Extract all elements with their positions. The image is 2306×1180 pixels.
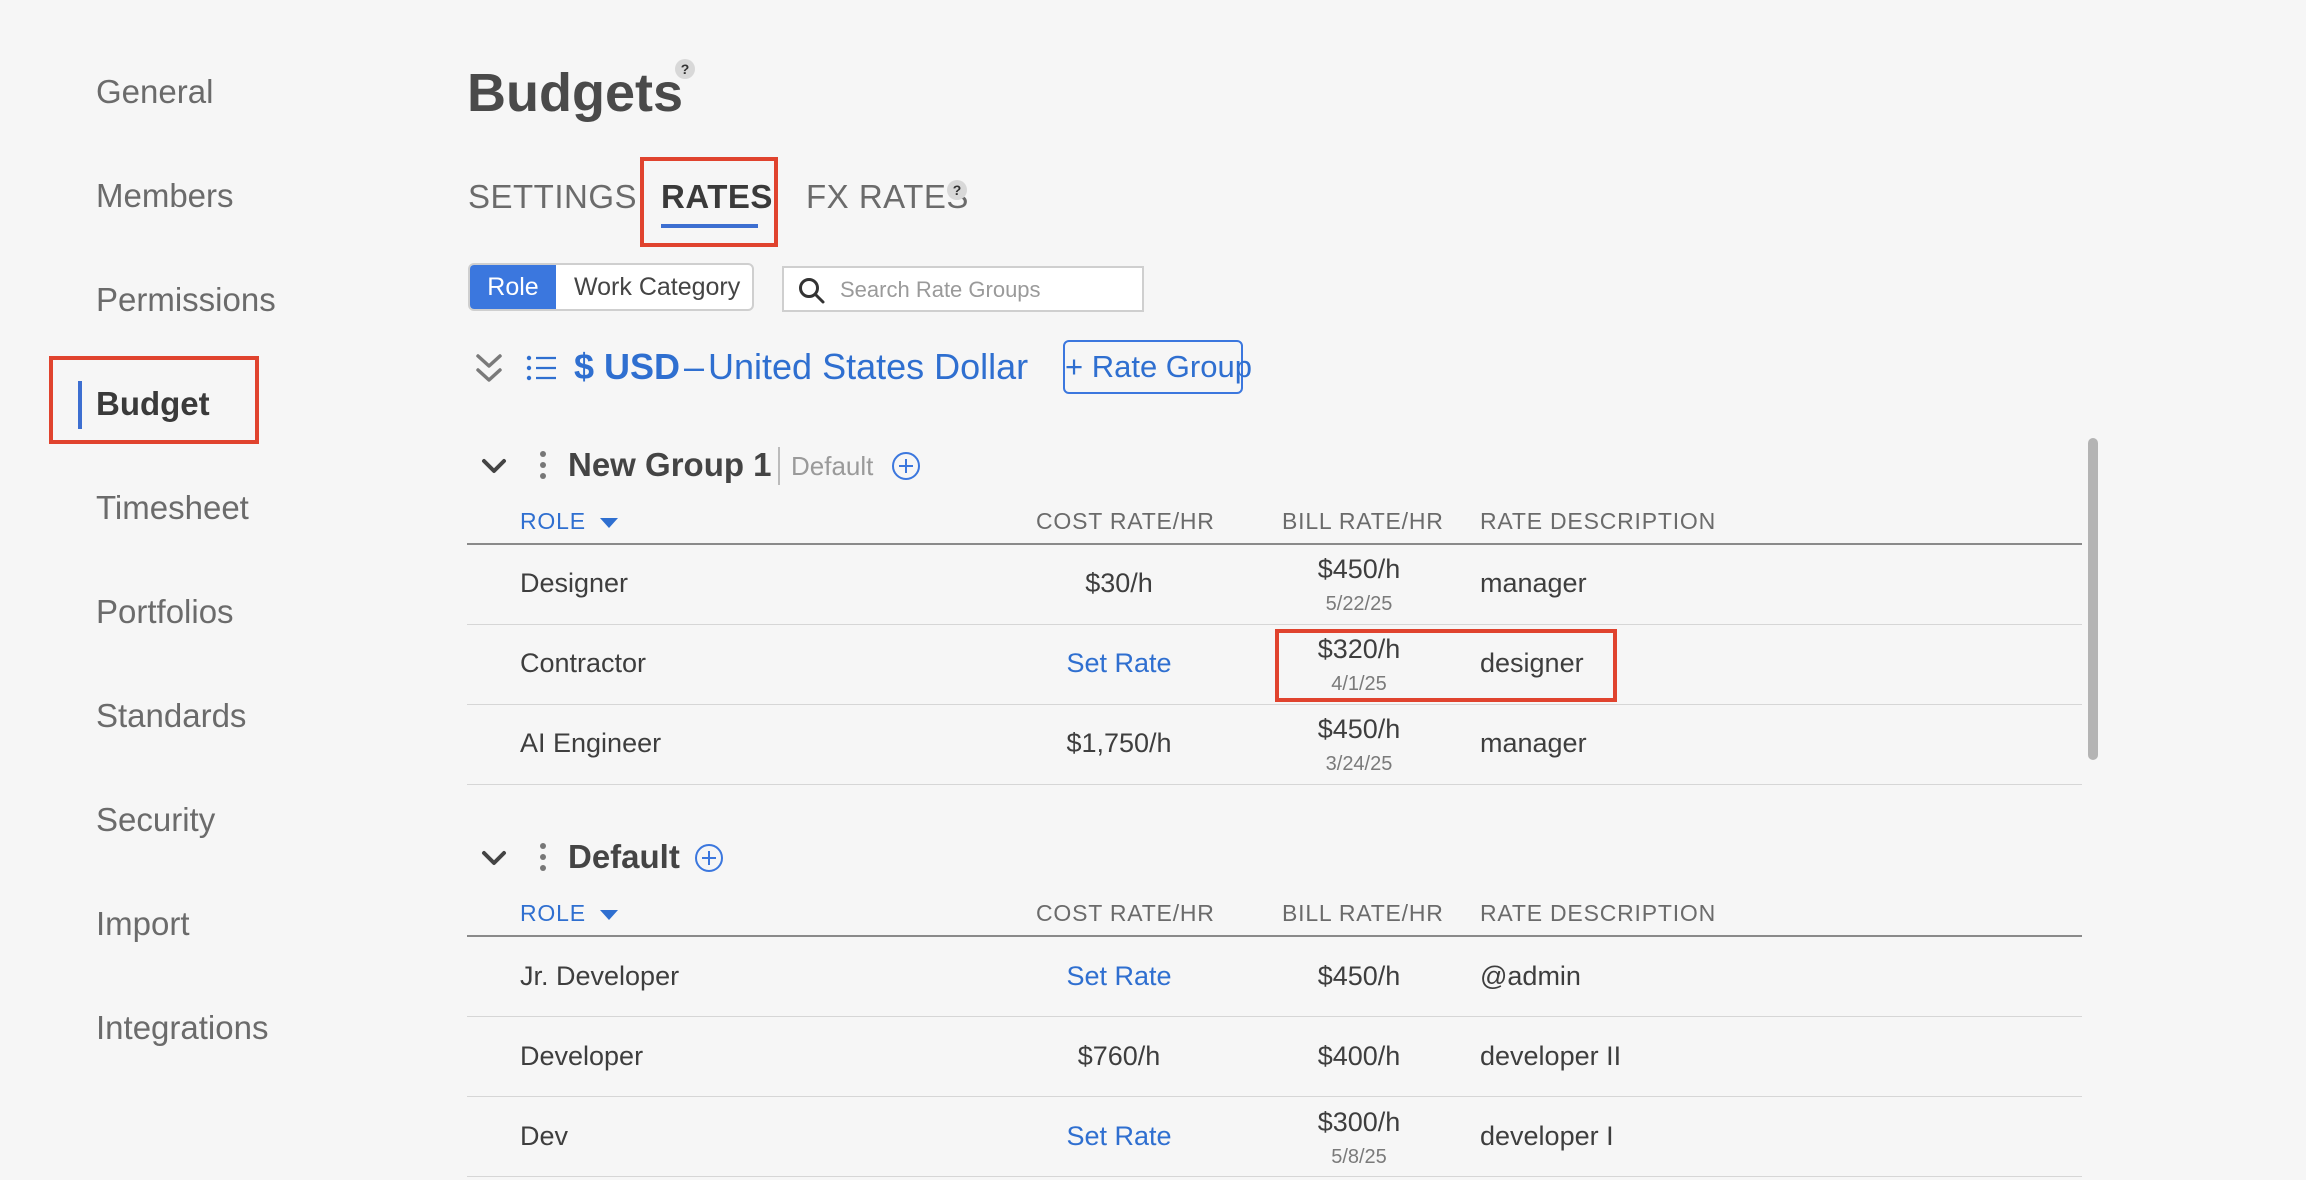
- row-bill-rate[interactable]: $450/h: [1318, 714, 1401, 745]
- column-role-header[interactable]: ROLE: [520, 900, 619, 927]
- row-description[interactable]: designer: [1480, 648, 1584, 679]
- search-icon: [799, 278, 825, 304]
- row-divider: [467, 784, 2082, 785]
- add-role-icon[interactable]: [891, 451, 921, 481]
- toggle-role-button[interactable]: Role: [470, 265, 556, 309]
- row-cost-rate[interactable]: $760/h: [1078, 1041, 1161, 1072]
- header-divider: [467, 543, 2082, 545]
- tab-fx-rates[interactable]: FX RATES: [806, 178, 969, 216]
- row-description[interactable]: manager: [1480, 728, 1587, 759]
- sidebar-item-permissions[interactable]: Permissions: [96, 275, 276, 325]
- tab-settings[interactable]: SETTINGS: [468, 178, 637, 216]
- row-cost-rate[interactable]: $30/h: [1085, 568, 1153, 599]
- row-cost-rate[interactable]: $1,750/h: [1066, 728, 1171, 759]
- row-bill-date: 3/24/25: [1325, 753, 1393, 775]
- header-divider: [467, 935, 2082, 937]
- chevron-down-icon[interactable]: [481, 850, 507, 868]
- search-box: [782, 266, 1144, 312]
- set-rate-link[interactable]: Set Rate: [1066, 648, 1171, 679]
- column-role-label: ROLE: [520, 508, 586, 534]
- row-role: Developer: [520, 1041, 644, 1071]
- set-rate-link[interactable]: Set Rate: [1066, 961, 1171, 992]
- row-role: Contractor: [520, 648, 647, 678]
- column-role-header[interactable]: ROLE: [520, 508, 619, 535]
- help-icon[interactable]: ?: [675, 59, 695, 79]
- sort-desc-icon: [600, 518, 619, 528]
- column-desc-header: RATE DESCRIPTION: [1480, 508, 1717, 534]
- row-bill-rate[interactable]: $450/h: [1318, 961, 1401, 992]
- row-description[interactable]: @admin: [1480, 961, 1581, 992]
- row-divider: [467, 624, 2082, 625]
- row-bill-rate[interactable]: $300/h: [1318, 1107, 1401, 1138]
- row-bill-rate[interactable]: $400/h: [1318, 1041, 1401, 1072]
- row-bill-rate[interactable]: $320/h: [1318, 634, 1401, 665]
- search-input[interactable]: [838, 274, 1132, 306]
- divider: [778, 447, 780, 485]
- chevron-down-icon[interactable]: [481, 458, 507, 476]
- column-cost-header: COST RATE/HR: [1036, 900, 1215, 926]
- sidebar-item-security[interactable]: Security: [96, 795, 215, 845]
- row-role: AI Engineer: [520, 728, 662, 758]
- set-rate-link[interactable]: Set Rate: [1066, 1121, 1171, 1152]
- list-icon[interactable]: [526, 354, 558, 382]
- column-role-label: ROLE: [520, 900, 586, 926]
- row-description[interactable]: manager: [1480, 568, 1587, 599]
- view-toggle: Role Work Category: [468, 263, 754, 311]
- row-divider: [467, 1096, 2082, 1097]
- scrollbar-thumb[interactable]: [2088, 438, 2098, 760]
- row-divider: [467, 704, 2082, 705]
- row-description[interactable]: developer I: [1480, 1121, 1614, 1152]
- sidebar-item-import[interactable]: Import: [96, 899, 190, 949]
- toggle-work-category-button[interactable]: Work Category: [574, 265, 740, 309]
- tab-rates[interactable]: RATES: [661, 178, 773, 216]
- row-divider: [467, 1176, 2082, 1177]
- tab-active-underline: [661, 224, 758, 228]
- row-role: Dev: [520, 1121, 569, 1151]
- row-bill-date: 5/22/25: [1325, 593, 1393, 615]
- fx-help-icon[interactable]: ?: [947, 180, 967, 200]
- group-title: Default: [568, 838, 680, 875]
- currency-name: United States Dollar: [708, 346, 1029, 387]
- currency-header: $ USD – United States Dollar + Rate Grou…: [470, 340, 1370, 400]
- column-cost-header: COST RATE/HR: [1036, 508, 1215, 534]
- row-description[interactable]: developer II: [1480, 1041, 1621, 1072]
- column-bill-header: BILL RATE/HR: [1282, 900, 1444, 926]
- sidebar-item-integrations[interactable]: Integrations: [96, 1003, 268, 1053]
- sort-desc-icon: [600, 910, 619, 920]
- currency-dash: –: [684, 346, 705, 387]
- row-bill-date: 4/1/25: [1331, 673, 1387, 695]
- column-bill-header: BILL RATE/HR: [1282, 508, 1444, 534]
- group-menu-icon[interactable]: [539, 451, 547, 484]
- column-desc-header: RATE DESCRIPTION: [1480, 900, 1717, 926]
- row-bill-rate[interactable]: $450/h: [1318, 554, 1401, 585]
- page-title: Budgets: [467, 63, 683, 123]
- sidebar-item-members[interactable]: Members: [96, 171, 234, 221]
- sidebar-item-portfolios[interactable]: Portfolios: [96, 587, 234, 637]
- sidebar-item-timesheet[interactable]: Timesheet: [96, 483, 249, 533]
- collapse-all-icon[interactable]: [474, 352, 504, 388]
- add-role-icon[interactable]: [694, 843, 724, 873]
- default-tag[interactable]: Default: [791, 451, 873, 482]
- row-divider: [467, 1016, 2082, 1017]
- group-menu-icon[interactable]: [539, 843, 547, 876]
- row-role: Jr. Developer: [520, 961, 680, 991]
- add-rate-group-button[interactable]: + Rate Group: [1063, 340, 1252, 394]
- group-title: New Group 1: [568, 446, 772, 483]
- sidebar-item-standards[interactable]: Standards: [96, 691, 246, 741]
- currency-code: $ USD: [574, 346, 681, 387]
- active-indicator: [78, 381, 82, 429]
- settings-sidebar: General Members Permissions Budget Times…: [0, 0, 420, 1180]
- row-bill-date: 5/8/25: [1331, 1146, 1387, 1168]
- sidebar-item-general[interactable]: General: [96, 67, 213, 117]
- row-role: Designer: [520, 568, 629, 598]
- sidebar-item-budget[interactable]: Budget: [96, 379, 210, 429]
